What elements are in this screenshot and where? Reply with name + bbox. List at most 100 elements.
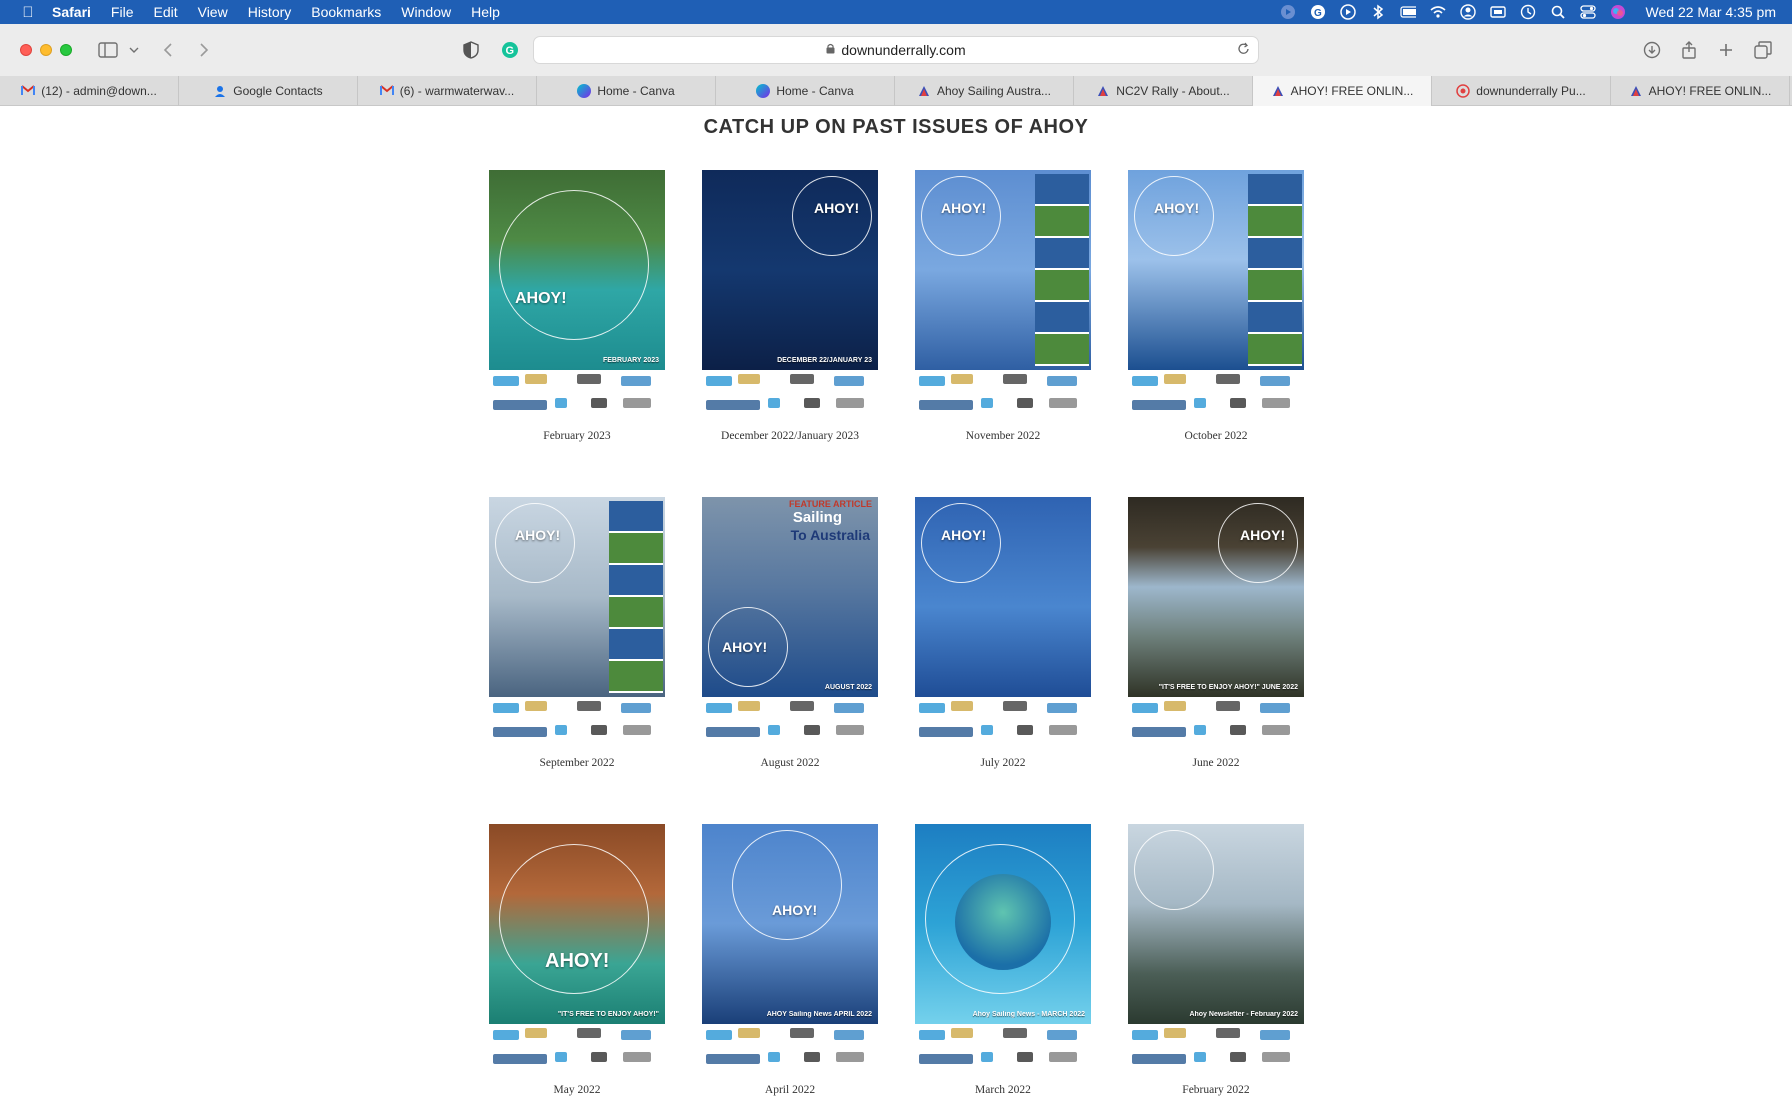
sailing-news-ring (921, 503, 1001, 583)
issue-caption[interactable]: June 2022 (1128, 757, 1304, 769)
user-icon[interactable] (1459, 4, 1476, 20)
issue-item: AHOY! DECEMBER 22/JANUARY 23 December 2022… (702, 170, 878, 442)
browser-tab[interactable]: AHOY! FREE ONLIN... (1253, 76, 1432, 106)
forward-arrow-icon[interactable] (192, 38, 216, 62)
feature-title-line1: Sailing (792, 509, 842, 526)
bluetooth-icon[interactable] (1370, 4, 1386, 20)
fullscreen-window-button[interactable] (60, 44, 72, 56)
issue-cover-image[interactable]: AHOY! "IT'S FREE TO ENJOY AHOY!" JUNE 202… (1128, 497, 1304, 745)
issue-cover-image[interactable]: AHOY! FEBRUARY 2023 (489, 170, 665, 418)
control-center-icon[interactable] (1579, 4, 1596, 20)
browser-tab[interactable]: downunderrally Pu... (1432, 76, 1611, 106)
issue-caption[interactable]: March 2022 (915, 1084, 1091, 1096)
siri-icon[interactable] (1610, 4, 1626, 20)
helm-logo (577, 1028, 601, 1038)
tab-label: downunderrally Pu... (1476, 84, 1586, 98)
display-icon[interactable] (1489, 4, 1506, 20)
helm-logo (1003, 701, 1027, 711)
menu-bookmarks[interactable]: Bookmarks (311, 4, 381, 20)
play-icon[interactable] (1339, 4, 1356, 20)
issue-cover-image[interactable]: AHOY! "IT'S FREE TO ENJOY AHOY!" (489, 824, 665, 1072)
sail-logo (738, 1028, 760, 1038)
new-tab-icon[interactable] (1714, 38, 1738, 62)
issue-item: Ahoy Sailing News - MARCH 2022 March 2022 (915, 824, 1091, 1096)
issue-cover-image[interactable]: Ahoy Newsletter - February 2022 (1128, 824, 1304, 1072)
browser-tab[interactable]: Home - Canva (537, 76, 716, 106)
predictwind-logo (706, 400, 760, 410)
menu-edit[interactable]: Edit (153, 4, 177, 20)
issue-caption[interactable]: February 2023 (489, 430, 665, 442)
menu-window[interactable]: Window (401, 4, 451, 20)
menu-bar-clock[interactable]: Wed 22 Mar 4:35 pm (1646, 4, 1776, 20)
issue-cover-image[interactable]: AHOY! (915, 170, 1091, 418)
predictwind-logo (919, 727, 973, 737)
helm-logo (1003, 374, 1027, 384)
share-icon[interactable] (1677, 38, 1701, 62)
sailing-news-ring (792, 176, 872, 256)
menu-history[interactable]: History (248, 4, 292, 20)
address-bar[interactable]: downunderrally.com (533, 36, 1259, 64)
wifi-icon[interactable] (1429, 4, 1446, 20)
issue-caption[interactable]: November 2022 (915, 430, 1091, 442)
ahoy-icon (917, 84, 931, 98)
search-icon[interactable] (1550, 4, 1566, 20)
play-circle-icon[interactable] (1280, 4, 1296, 20)
menu-view[interactable]: View (198, 4, 228, 20)
sidebar-toggle-icon[interactable] (96, 38, 120, 62)
predictwind-logo (919, 400, 973, 410)
issue-cover-image[interactable]: AHOY! DECEMBER 22/JANUARY 23 (702, 170, 878, 418)
browser-tab[interactable]: NC2V Rally - About... (1074, 76, 1253, 106)
yacht-sales-logo (1049, 725, 1077, 735)
yacht-sales-logo (1049, 398, 1077, 408)
menu-help[interactable]: Help (471, 4, 500, 20)
issue-item: Ahoy Newsletter - February 2022 February … (1128, 824, 1304, 1096)
issue-cover-image[interactable]: AHOY! (1128, 170, 1304, 418)
target-icon (1456, 84, 1471, 98)
browser-tab[interactable]: (12) - admin@down... (0, 76, 179, 106)
grammarly-extension-icon[interactable]: G (498, 38, 522, 62)
apple-menu-icon[interactable]:  (18, 4, 38, 21)
time-machine-icon[interactable] (1520, 4, 1536, 20)
browser-tab[interactable]: AHOY! FREE ONLIN... (1611, 76, 1790, 106)
issue-caption[interactable]: February 2022 (1128, 1084, 1304, 1096)
issue-caption[interactable]: July 2022 (915, 757, 1091, 769)
sponsor-logos-strip (702, 697, 878, 745)
yacht-sales-logo (623, 1052, 651, 1062)
ahoy-icon (1629, 84, 1643, 98)
issue-caption[interactable]: September 2022 (489, 757, 665, 769)
issue-caption[interactable]: April 2022 (702, 1084, 878, 1096)
issue-caption[interactable]: October 2022 (1128, 430, 1304, 442)
issue-cover-image[interactable]: AHOY! (489, 497, 665, 745)
issue-cover-image[interactable]: AHOY! (915, 497, 1091, 745)
issue-cover-image[interactable]: Ahoy Sailing News - MARCH 2022 (915, 824, 1091, 1072)
issue-caption[interactable]: August 2022 (702, 757, 878, 769)
grammarly-icon[interactable]: G (1310, 4, 1326, 20)
download-icon[interactable] (1640, 38, 1664, 62)
battery-icon[interactable] (1399, 4, 1416, 20)
cover-photo: AHOY! "IT'S FREE TO ENJOY AHOY!" JUNE 202… (1128, 497, 1304, 697)
menu-file[interactable]: File (111, 4, 134, 20)
issue-cover-image[interactable]: AHOY! FEATURE ARTICLE Sailing To Australia A… (702, 497, 878, 745)
circle-logo (555, 1052, 567, 1062)
close-window-button[interactable] (20, 44, 32, 56)
browser-tab[interactable]: (6) - warmwaterwav... (358, 76, 537, 106)
privacy-shield-icon[interactable] (459, 38, 483, 62)
issue-item: AHOY! "IT'S FREE TO ENJOY AHOY!" JUNE 202… (1128, 497, 1304, 769)
circle-logo (981, 725, 993, 735)
issue-cover-image[interactable]: AHOY! AHOY Sailing News APRIL 2022 (702, 824, 878, 1072)
browser-tab[interactable]: Ahoy Sailing Austra... (895, 76, 1074, 106)
issue-caption[interactable]: May 2022 (489, 1084, 665, 1096)
gmail-icon (379, 84, 394, 98)
issue-item: AHOY! July 2022 (915, 497, 1091, 769)
tab-overview-icon[interactable] (1751, 38, 1775, 62)
browser-tab[interactable]: Google Contacts (179, 76, 358, 106)
browser-tab[interactable]: Home - Canva (716, 76, 895, 106)
back-arrow-icon[interactable] (156, 38, 180, 62)
minimize-window-button[interactable] (40, 44, 52, 56)
menu-app-name[interactable]: Safari (52, 4, 91, 20)
marina-logo (1132, 1030, 1158, 1040)
chevron-down-icon[interactable] (122, 38, 146, 62)
circle-logo (981, 1052, 993, 1062)
reload-icon[interactable] (1237, 42, 1250, 59)
issue-caption[interactable]: December 2022/January 2023 (702, 430, 878, 442)
